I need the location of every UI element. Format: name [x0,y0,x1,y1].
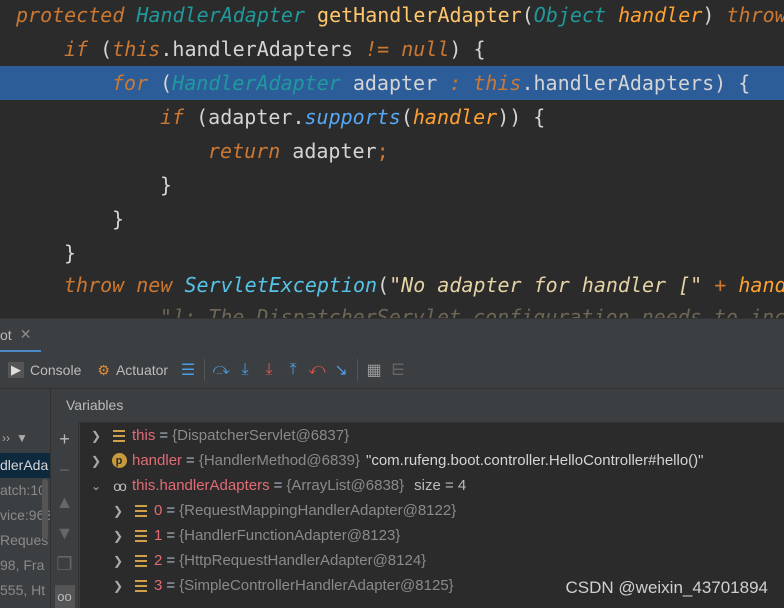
toolbar-separator [204,359,206,381]
console-icon: ▶ [8,362,24,378]
variable-row[interactable]: ❯ 1 = {HandlerFunctionAdapter@8123} [110,523,400,548]
variable-value: {RequestMappingHandlerAdapter@8122} [179,502,457,519]
equals-sign: = [166,552,176,569]
variable-value: {HandlerMethod@6839} [198,452,360,469]
drop-frame-icon[interactable]: ⤺ [305,356,329,384]
menu-icon[interactable]: ☰ [176,356,200,384]
variable-value: {HandlerFunctionAdapter@8123} [179,527,401,544]
actuator-label: Actuator [115,362,169,378]
console-button[interactable]: ▶ Console [0,356,89,384]
actuator-button[interactable]: ⚙ Actuator [89,356,176,384]
variable-size: size = 4 [414,477,467,494]
frame-item[interactable]: dlerAda [0,453,50,478]
code-editor[interactable]: protected HandlerAdapter getHandlerAdapt… [0,0,784,318]
evaluate-expression-icon[interactable]: ▦ [362,356,386,384]
variable-string: "com.rufeng.boot.controller.HelloControl… [366,452,704,469]
close-icon[interactable]: ✕ [20,326,32,343]
code-line-7: } [112,207,125,231]
equals-sign: = [166,577,176,594]
variable-row[interactable]: ❯ 3 = {SimpleControllerHandlerAdapter@81… [110,573,454,598]
code-line-10: "]: The DispatcherServlet configuration … [160,305,784,318]
variable-row[interactable]: ❯ this = {DispatcherServlet@6837} [88,423,349,448]
field-icon [132,502,150,520]
console-label: Console [30,362,82,378]
frame-item[interactable]: 98, Fra [0,553,50,578]
variable-row[interactable]: ❯ 0 = {RequestMappingHandlerAdapter@8122… [110,498,456,523]
frames-controls: ›› ▼ [0,423,50,453]
move-up-icon[interactable]: ▲ [55,491,75,514]
frames-header [0,389,50,423]
actuator-icon: ⚙ [97,361,110,378]
move-down-icon[interactable]: ▼ [55,522,75,545]
variable-row[interactable]: ❯ p handler = {HandlerMethod@6839} "com.… [88,448,704,473]
remove-watch-icon[interactable]: − [55,459,75,482]
scrollbar[interactable] [42,479,48,539]
run-to-cursor-icon[interactable]: ↘ [329,356,353,384]
field-icon [132,552,150,570]
frames-panel: ›› ▼ dlerAda atch:10 vice:963, Reques 98… [0,389,51,608]
variable-value: {DispatcherServlet@6837} [172,427,350,444]
frame-item[interactable]: 555, Ht [0,578,50,603]
variable-value: {ArrayList@6838} [286,477,405,494]
add-watch-icon[interactable]: + [55,428,75,451]
equals-sign: = [159,427,169,444]
debug-tab[interactable]: ot ✕ [0,319,42,353]
variable-row[interactable]: ⌄ oo this.handlerAdapters = {ArrayList@6… [88,473,466,498]
toolbar-separator [357,359,359,381]
equals-sign: = [166,502,176,519]
chevron-down-icon[interactable]: ▼ [16,431,28,445]
field-icon [132,577,150,595]
code-line-4: if (adapter.supports(handler)) { [160,105,546,129]
code-line-5: return adapter; [208,139,389,163]
copy-icon[interactable]: ❐ [55,553,75,576]
step-out-icon[interactable]: ⤒ [281,356,305,384]
chevron-right-icon[interactable]: ❯ [110,554,126,568]
variable-name: handler [132,452,183,469]
code-line-8: } [64,241,77,265]
debug-tab-label: ot [0,326,12,343]
code-line-9: throw new ServletException("No adapter f… [64,273,784,297]
chevron-right-icon[interactable]: ❯ [110,529,126,543]
chevron-right-icon[interactable]: ❯ [110,504,126,518]
chevron-right-icon[interactable]: ❯ [110,579,126,593]
watch-glasses-icon[interactable]: oo [54,584,75,608]
code-line-3-current: for (HandlerAdapter adapter : this.handl… [0,66,784,100]
watch-glasses-icon: oo [113,477,127,494]
variable-name: this [132,427,156,444]
chevron-down-icon[interactable]: ⌄ [88,479,104,493]
watermark: CSDN @weixin_43701894 [565,578,768,597]
force-step-into-icon[interactable]: ⤓ [257,356,281,384]
variable-name: 0 [154,502,163,519]
variables-side-toolbar: + − ▲ ▼ ❐ oo [51,422,79,608]
code-line-2: if (this.handlerAdapters != null) { [64,37,486,61]
parameter-icon: p [110,452,128,470]
chevron-right-icon[interactable]: ❯ [88,429,104,443]
debug-toolbar: ▶ Console ⚙ Actuator ☰ ⤼ ⤓ ⤓ ⤒ ⤺ ↘ ▦ ⋿ [0,352,784,389]
variable-name: 3 [154,577,163,594]
trace-icon[interactable]: ⋿ [386,356,410,384]
equals-sign: = [273,477,283,494]
variable-row[interactable]: ❯ 2 = {HttpRequestHandlerAdapter@8124} [110,548,426,573]
debug-tab-bar: ot ✕ [0,318,784,353]
variable-value: {HttpRequestHandlerAdapter@8124} [179,552,427,569]
code-line-6: } [160,173,173,197]
variable-name: 2 [154,552,163,569]
variables-panel: Variables ❯ this = {DispatcherServlet@68… [51,389,784,608]
step-into-icon[interactable]: ⤓ [233,356,257,384]
chevron-right-icon[interactable]: ❯ [88,454,104,468]
code-line-1: protected HandlerAdapter getHandlerAdapt… [16,3,784,27]
step-over-icon[interactable]: ⤼ [209,356,233,384]
field-icon [110,427,128,445]
variables-title: Variables [51,389,784,423]
equals-sign: = [166,527,176,544]
variable-name: 1 [154,527,163,544]
variable-value: {SimpleControllerHandlerAdapter@8125} [179,577,454,594]
variable-name: this.handlerAdapters [132,477,270,494]
field-icon [132,527,150,545]
more-icon[interactable]: ›› [2,431,10,445]
equals-sign: = [186,452,195,469]
